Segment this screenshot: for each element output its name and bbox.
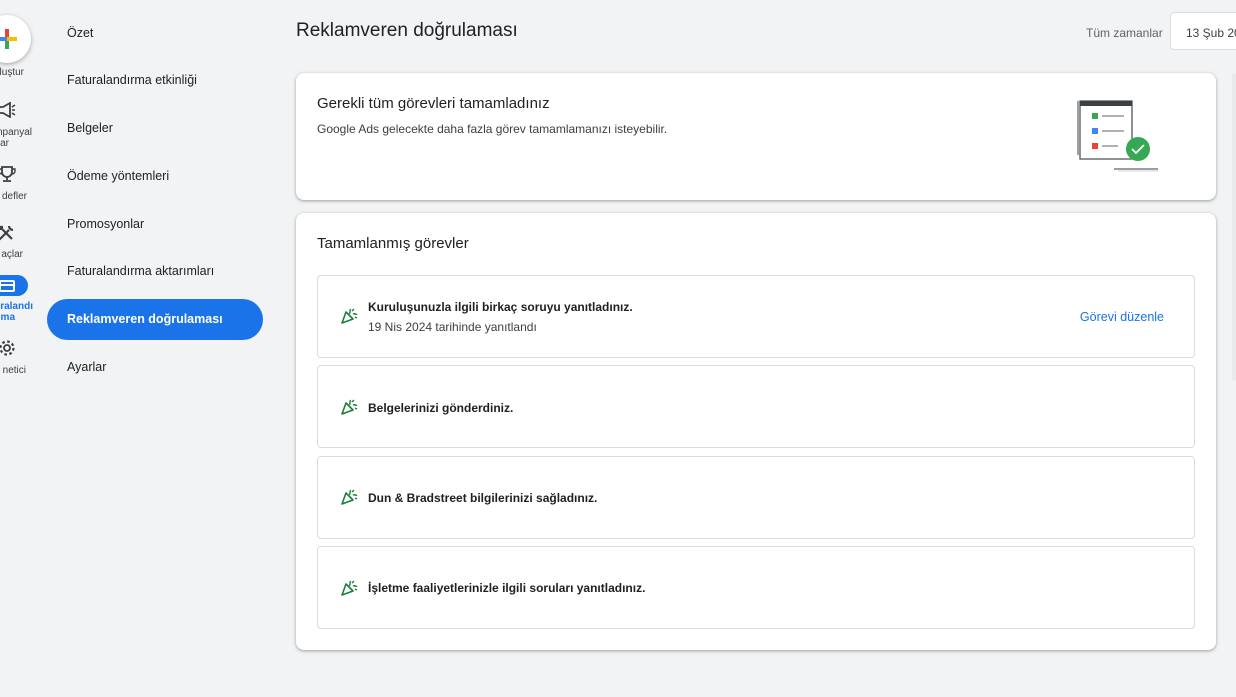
goals-label[interactable]: defler	[2, 191, 27, 202]
celebration-icon	[341, 489, 358, 505]
nav-item-summary[interactable]: Özet	[47, 12, 263, 53]
date-range-picker[interactable]: 13 Şub 2024	[1170, 12, 1236, 50]
completed-tasks-card: Tamamlanmış görevler Kuruluşunuzla ilgil…	[296, 213, 1216, 650]
billing-label[interactable]: uralandı	[0, 301, 33, 312]
left-rail: luştur npanyal ar defler açlar uralandı …	[0, 0, 44, 697]
task-title: İşletme faaliyetlerinizle ilgili sorular…	[368, 581, 646, 595]
nav-item-settings[interactable]: Ayarlar	[47, 347, 263, 388]
campaigns-label[interactable]: npanyal	[0, 127, 32, 138]
status-title: Gerekli tüm görevleri tamamladınız	[317, 95, 550, 112]
date-range-value: 13 Şub 2024	[1186, 26, 1236, 40]
celebration-icon	[341, 399, 358, 415]
date-range-label: Tüm zamanlar	[1086, 26, 1163, 40]
billing-label-2[interactable]: ma	[1, 312, 15, 323]
nav-item-advertiser-verification[interactable]: Reklamveren doğrulaması	[47, 298, 263, 340]
task-title: Dun & Bradstreet bilgilerinizi sağladını…	[368, 491, 598, 505]
status-subtitle: Google Ads gelecekte daha fazla görev ta…	[317, 122, 668, 136]
credit-card-icon	[0, 280, 15, 292]
task-subtitle: 19 Nis 2024 tarihinde yanıtlandı	[368, 320, 537, 334]
task-row: Kuruluşunuzla ilgili birkaç soruyu yanıt…	[317, 275, 1195, 358]
task-row: Dun & Bradstreet bilgilerinizi sağladını…	[317, 456, 1195, 539]
task-title: Kuruluşunuzla ilgili birkaç soruyu yanıt…	[368, 300, 633, 314]
nav-item-promotions[interactable]: Promosyonlar	[47, 203, 263, 244]
billing-nav-pill[interactable]	[0, 275, 28, 296]
celebration-icon	[341, 308, 358, 324]
page-title: Reklamveren doğrulaması	[296, 20, 518, 41]
side-panel-edge	[1232, 73, 1236, 381]
verification-status-card: Gerekli tüm görevleri tamamladınız Googl…	[296, 73, 1216, 200]
nav-item-billing-transfers[interactable]: Faturalandırma aktarımları	[47, 251, 263, 292]
billing-nav: Özet Faturalandırma etkinliği Belgeler Ö…	[47, 12, 263, 394]
edit-task-link[interactable]: Görevi düzenle	[1080, 310, 1164, 324]
task-row: Belgelerinizi gönderdiniz.	[317, 365, 1195, 448]
create-label[interactable]: luştur	[0, 67, 24, 78]
nav-item-billing-activity[interactable]: Faturalandırma etkinliği	[47, 60, 263, 101]
trophy-icon[interactable]	[0, 165, 16, 183]
nav-item-documents[interactable]: Belgeler	[47, 108, 263, 149]
task-title: Belgelerinizi gönderdiniz.	[368, 401, 514, 415]
admin-label[interactable]: netici	[3, 365, 26, 376]
nav-item-payment-methods[interactable]: Ödeme yöntemleri	[47, 155, 263, 196]
celebration-icon	[341, 580, 358, 596]
campaigns-label-2[interactable]: ar	[0, 138, 9, 149]
task-row: İşletme faaliyetlerinizle ilgili sorular…	[317, 546, 1195, 629]
tools-label[interactable]: açlar	[1, 249, 23, 260]
megaphone-icon[interactable]	[0, 102, 16, 118]
completed-tasks-title: Tamamlanmış görevler	[317, 235, 469, 252]
create-button[interactable]	[0, 15, 31, 63]
plus-icon	[0, 29, 17, 49]
gear-icon[interactable]	[0, 339, 16, 357]
checklist-complete-illustration	[1077, 100, 1158, 172]
tools-icon[interactable]	[0, 224, 15, 242]
